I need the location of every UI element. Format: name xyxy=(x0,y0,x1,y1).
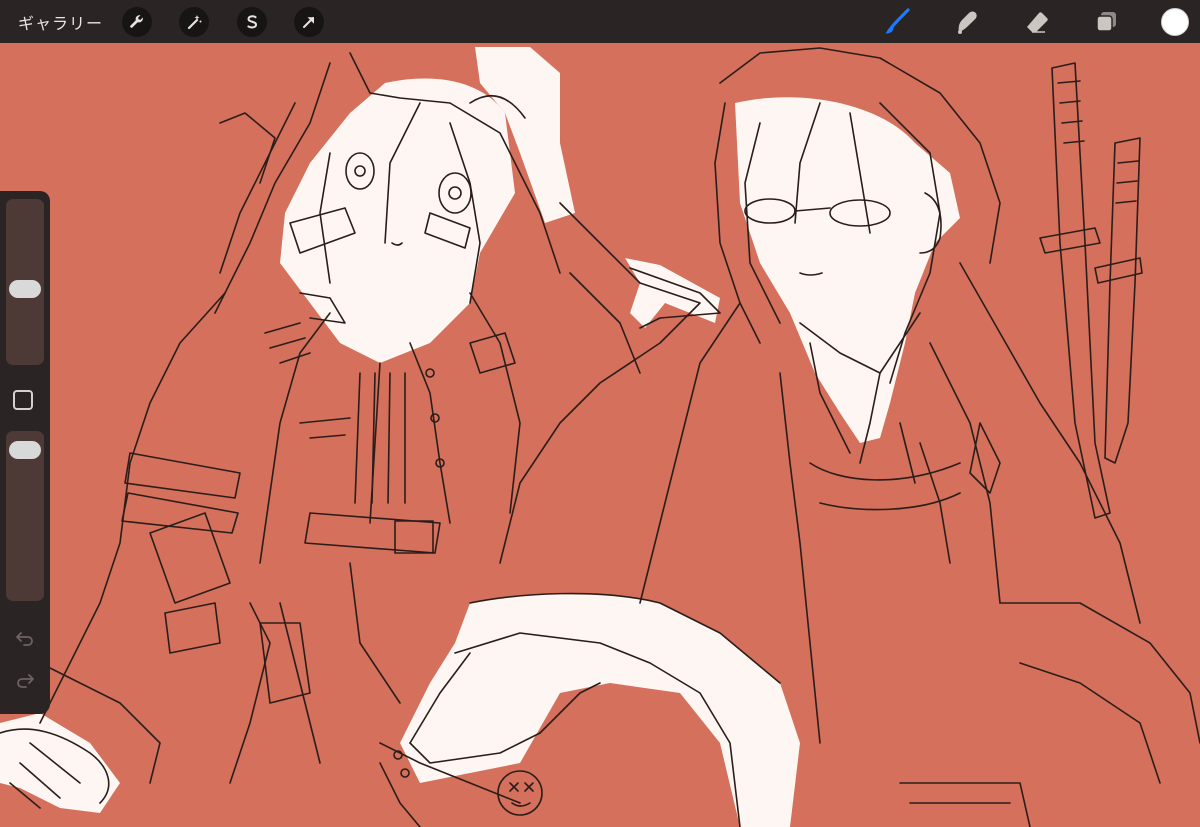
selection-icon[interactable] xyxy=(237,7,267,37)
transform-arrow-icon[interactable] xyxy=(294,7,324,37)
color-swatch[interactable] xyxy=(1161,8,1189,36)
magic-wand-icon[interactable] xyxy=(179,7,209,37)
layers-icon[interactable] xyxy=(1090,6,1122,38)
opacity-slider[interactable] xyxy=(6,431,44,601)
drawing-canvas[interactable] xyxy=(0,43,1200,827)
gallery-button[interactable]: ギャラリー xyxy=(18,10,103,34)
canvas-background xyxy=(0,43,1200,827)
brush-size-slider[interactable] xyxy=(6,199,44,365)
brush-icon[interactable] xyxy=(881,6,913,38)
opacity-thumb[interactable] xyxy=(9,441,41,460)
eraser-icon[interactable] xyxy=(1021,6,1053,38)
redo-icon[interactable] xyxy=(12,667,38,693)
undo-icon[interactable] xyxy=(12,625,38,651)
brush-size-thumb[interactable] xyxy=(9,280,41,299)
smudge-icon[interactable] xyxy=(951,6,983,38)
top-toolbar: ギャラリー xyxy=(0,0,1200,43)
wrench-icon[interactable] xyxy=(122,7,152,37)
modifier-button[interactable] xyxy=(13,390,33,410)
side-toolbar xyxy=(0,191,50,714)
